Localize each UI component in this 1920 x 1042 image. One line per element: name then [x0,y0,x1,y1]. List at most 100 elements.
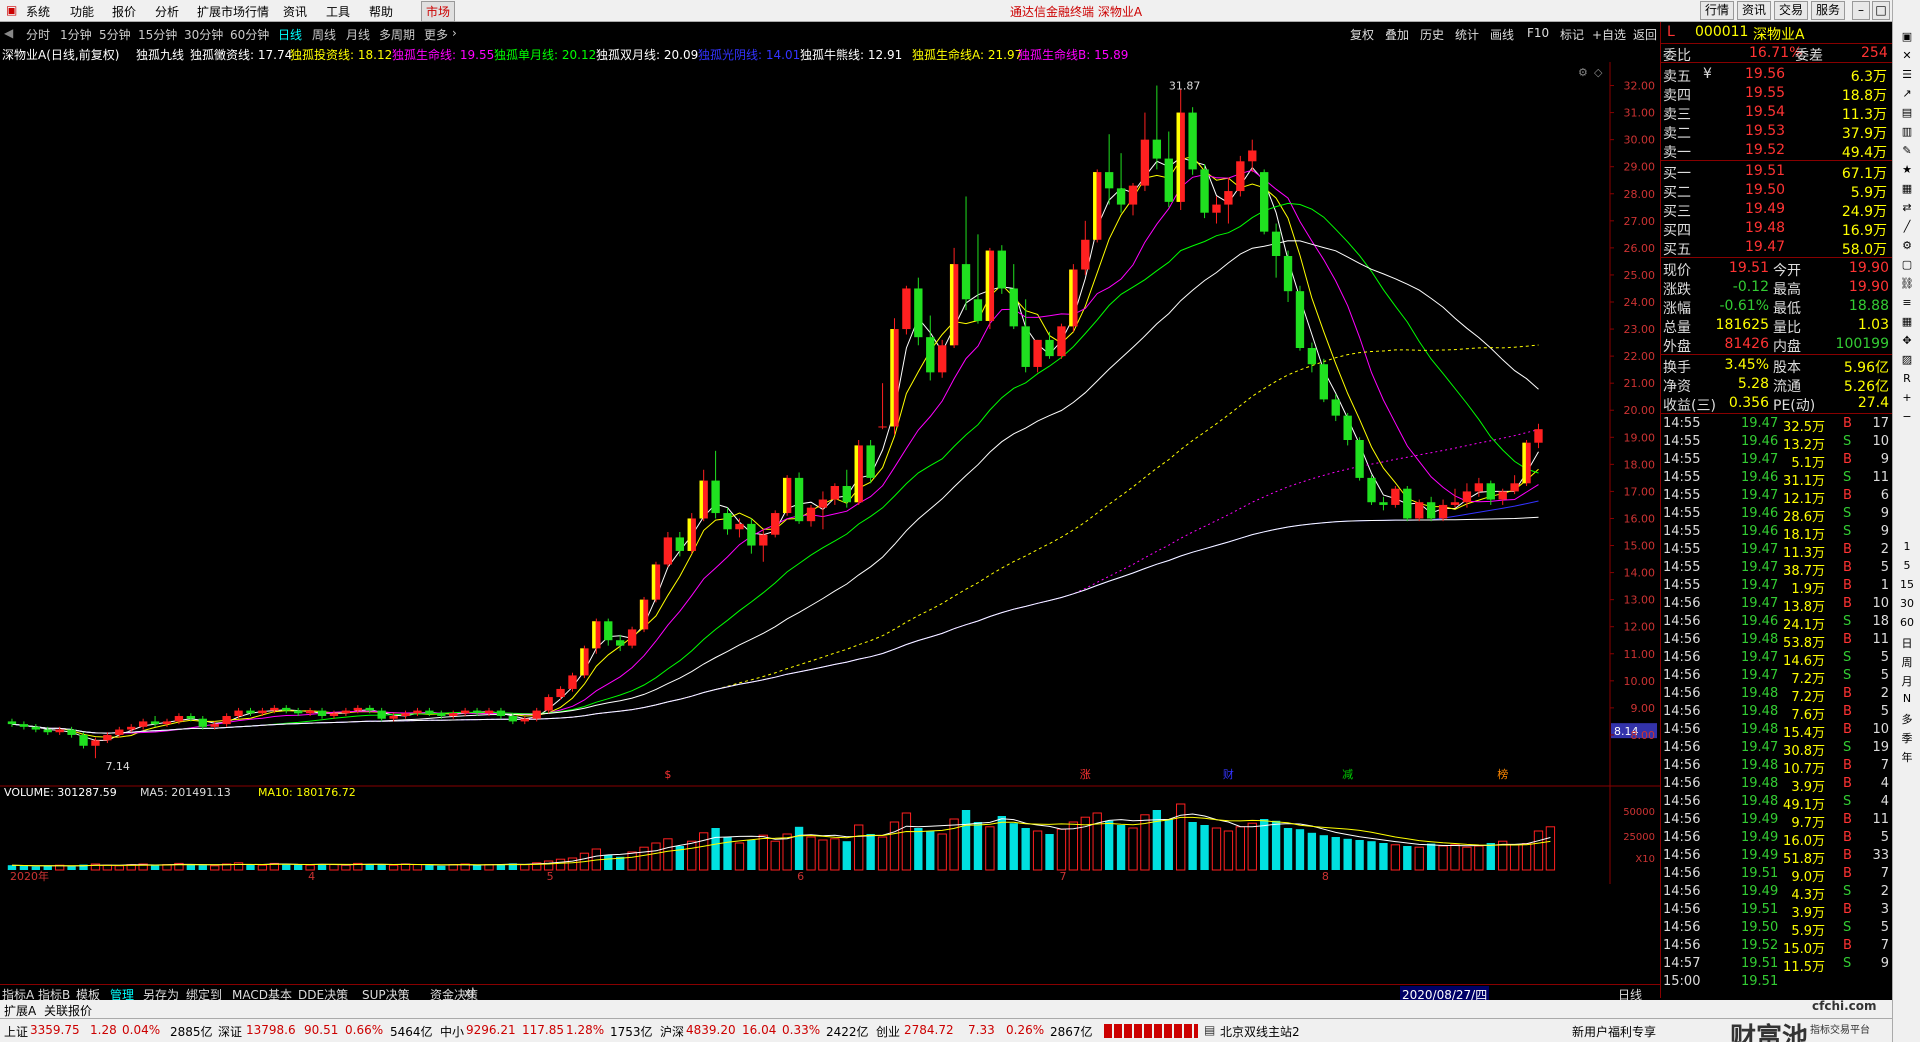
toolbar-fuquan[interactable]: 复权 [1350,26,1374,43]
buy-level-row[interactable]: 买五 19.47 58.0万 [1661,238,1893,258]
menu-item-system[interactable]: 系统 [26,3,50,20]
side-period-item[interactable]: 年 [1899,749,1915,765]
trend-icon[interactable]: ↗ [1899,87,1915,103]
server-name[interactable]: 北京双线主站2 [1220,1023,1300,1040]
period-tab-5[interactable]: 60分钟 [230,26,269,43]
status-sz-label[interactable]: 深证 [218,1023,242,1040]
side-period-item[interactable]: 5 [1899,559,1915,575]
event-mark[interactable]: 减 [1342,768,1353,781]
bar-icon[interactable]: ▤ [1899,106,1915,122]
toolbar-history[interactable]: 历史 [1420,26,1444,43]
status-hs-label[interactable]: 沪深 [660,1023,684,1040]
plus-icon[interactable]: + [1899,391,1915,407]
toolbar-mark[interactable]: 标记 [1560,26,1584,43]
rsi-icon[interactable]: R [1899,372,1915,388]
chart2-icon[interactable]: ▨ [1899,353,1915,369]
buy-level-row[interactable]: 买一 19.51 67.1万 [1661,162,1893,182]
sell-level-row[interactable]: 卖二 19.53 37.9万 [1661,122,1893,142]
menu-item-function[interactable]: 功能 [70,3,94,20]
event-mark[interactable]: $ [664,768,671,781]
side-period-item[interactable]: 周 [1899,654,1915,670]
side-period-item[interactable]: 多 [1899,711,1915,727]
event-mark[interactable]: 榜 [1497,767,1508,781]
star-icon[interactable]: ★ [1899,163,1915,179]
toolbar-back[interactable]: 返回 [1633,26,1657,43]
menu-item-tools[interactable]: 工具 [326,3,350,20]
sell-level-row[interactable]: 卖三 19.54 11.3万 [1661,103,1893,123]
top-button-service[interactable]: 服务 [1811,1,1846,20]
app-logo-icon[interactable]: ▣ [6,3,17,17]
sell-level-row[interactable]: 卖五 ¥19.56 6.3万 [1661,65,1893,85]
side-period-item[interactable]: 15 [1899,578,1915,594]
period-tab-weekly[interactable]: 周线 [312,26,336,43]
period-tab-0[interactable]: 分时 [26,26,50,43]
side-period-item[interactable]: 季 [1899,730,1915,746]
period-tab-multi[interactable]: 多周期 [379,26,415,43]
sell-level-row[interactable]: 卖四 19.55 18.8万 [1661,84,1893,104]
buy-level-row[interactable]: 买二 19.50 5.9万 [1661,181,1893,201]
close-icon[interactable]: ✕ [1899,49,1915,65]
buy-level-row[interactable]: 买四 19.48 16.9万 [1661,219,1893,239]
compare-icon[interactable]: ⇄ [1899,201,1915,217]
chart-expand-icon[interactable]: ◇ [1594,66,1603,79]
extension-tab[interactable]: 扩展A [4,1002,36,1019]
period-tab-1[interactable]: 1分钟 [60,26,92,43]
buy-level-row[interactable]: 买三 19.49 24.9万 [1661,200,1893,220]
top-button-trade[interactable]: 交易 [1774,1,1809,20]
move-icon[interactable]: ✥ [1899,334,1915,350]
period-tab-2[interactable]: 5分钟 [99,26,131,43]
box-icon[interactable]: ▢ [1899,258,1915,274]
side-period-item[interactable]: 60 [1899,616,1915,632]
market-button[interactable]: 市场 [421,1,456,22]
table-icon[interactable]: ▦ [1899,315,1915,331]
sell-level-row[interactable]: 卖一 19.52 49.4万 [1661,141,1893,161]
server-icon[interactable]: ▤ [1204,1023,1215,1037]
promo-link[interactable]: 新用户福利专享 [1572,1023,1656,1040]
kline-icon[interactable]: ▥ [1899,125,1915,141]
menu-item-extended-market[interactable]: 扩展市场行情 [197,3,269,20]
period-tab-more[interactable]: 更多 [424,26,448,43]
menu-item-news[interactable]: 资讯 [283,3,307,20]
side-period-item[interactable]: 1 [1899,540,1915,556]
toolbar-draw[interactable]: 画线 [1490,26,1514,43]
toolbar-f10[interactable]: F10 [1527,26,1549,40]
more-chevron-icon[interactable]: › [452,26,457,40]
toolbar-add-watch[interactable]: +自选 [1592,26,1626,43]
status-zx-label[interactable]: 中小 [440,1023,464,1040]
gear-icon[interactable]: ⚙ [1899,239,1915,255]
period-tab-4[interactable]: 30分钟 [184,26,223,43]
side-period-item[interactable]: 月 [1899,673,1915,689]
link-icon[interactable]: ⛓ [1899,277,1915,293]
stack-icon[interactable]: ≡ [1899,296,1915,312]
chart-settings-icon[interactable]: ⚙ [1578,66,1588,79]
panel-toggle-icon[interactable]: ◀ [4,26,13,40]
minimize-icon[interactable]: – [1852,1,1870,20]
menu-item-analysis[interactable]: 分析 [155,3,179,20]
restore-icon[interactable]: □ [1872,1,1890,20]
side-period-item[interactable]: 日 [1899,635,1915,651]
list-icon[interactable]: ☰ [1899,68,1915,84]
line-icon[interactable]: ╱ [1899,220,1915,236]
kline-chart[interactable]: 32.00 31.00 30.00 29.00 28.00 27.00 26.00 25.00… [0,62,1660,884]
period-tab-daily[interactable]: 日线 [278,26,302,43]
toolbar-stats[interactable]: 统计 [1455,26,1479,43]
pen-icon[interactable]: ✎ [1899,144,1915,160]
event-mark[interactable]: 财 [1223,767,1234,781]
menu-item-quote[interactable]: 报价 [112,3,136,20]
side-period-item[interactable]: 30 [1899,597,1915,613]
period-tab-monthly[interactable]: 月线 [346,26,370,43]
period-tab-3[interactable]: 15分钟 [138,26,177,43]
menu-item-help[interactable]: 帮助 [369,3,393,20]
indicator-tab[interactable]: xl [464,986,474,1000]
status-cy-label[interactable]: 创业 [876,1023,900,1040]
extension-tab[interactable]: 关联报价 [44,1002,92,1019]
top-button-news[interactable]: 资讯 [1737,1,1772,20]
event-mark[interactable]: 涨 [1080,768,1091,781]
top-button-quote[interactable]: 行情 [1700,1,1735,20]
minus-icon[interactable]: − [1899,410,1915,426]
grid-icon[interactable]: ▦ [1899,182,1915,198]
toolbar-overlay[interactable]: 叠加 [1385,26,1409,43]
side-period-item[interactable]: N [1899,692,1915,708]
status-sh-label[interactable]: 上证 [4,1023,28,1040]
chart-icon[interactable]: ▣ [1899,30,1915,46]
